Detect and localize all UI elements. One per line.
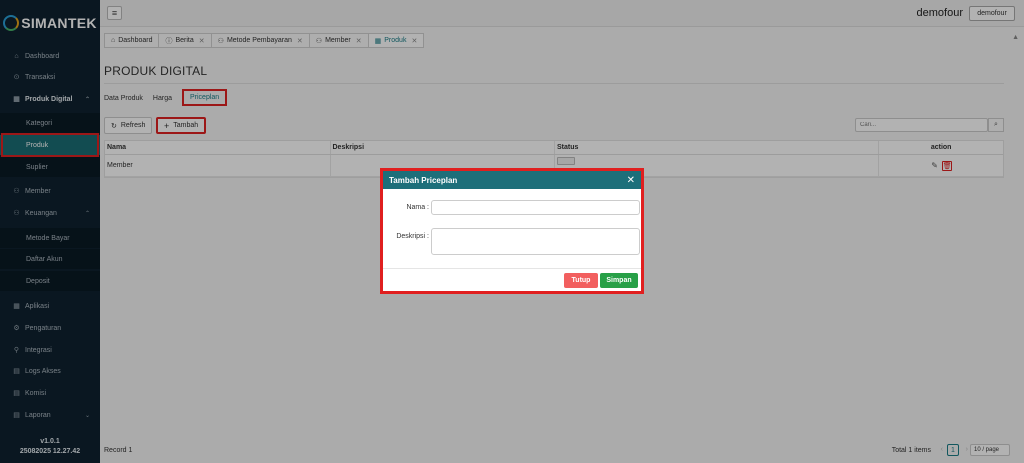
- add-priceplan-modal: Tambah Priceplan ✕ Nama : Deskripsi : Tu…: [380, 168, 644, 294]
- close-icon[interactable]: ✕: [627, 175, 635, 186]
- nama-field[interactable]: [431, 200, 640, 215]
- save-button[interactable]: Simpan: [600, 273, 638, 288]
- modal-header: Tambah Priceplan ✕: [383, 171, 641, 189]
- close-button[interactable]: Tutup: [564, 273, 598, 288]
- nama-label: Nama :: [406, 204, 429, 211]
- modal-title: Tambah Priceplan: [389, 175, 458, 185]
- deskripsi-field[interactable]: [431, 228, 640, 255]
- modal-footer-divider: [383, 268, 641, 269]
- deskripsi-label: Deskripsi :: [396, 233, 429, 240]
- app-root: SIMANTEK ⌂ Dashboard ⊙ Transaksi ▦ Produ…: [0, 0, 1024, 463]
